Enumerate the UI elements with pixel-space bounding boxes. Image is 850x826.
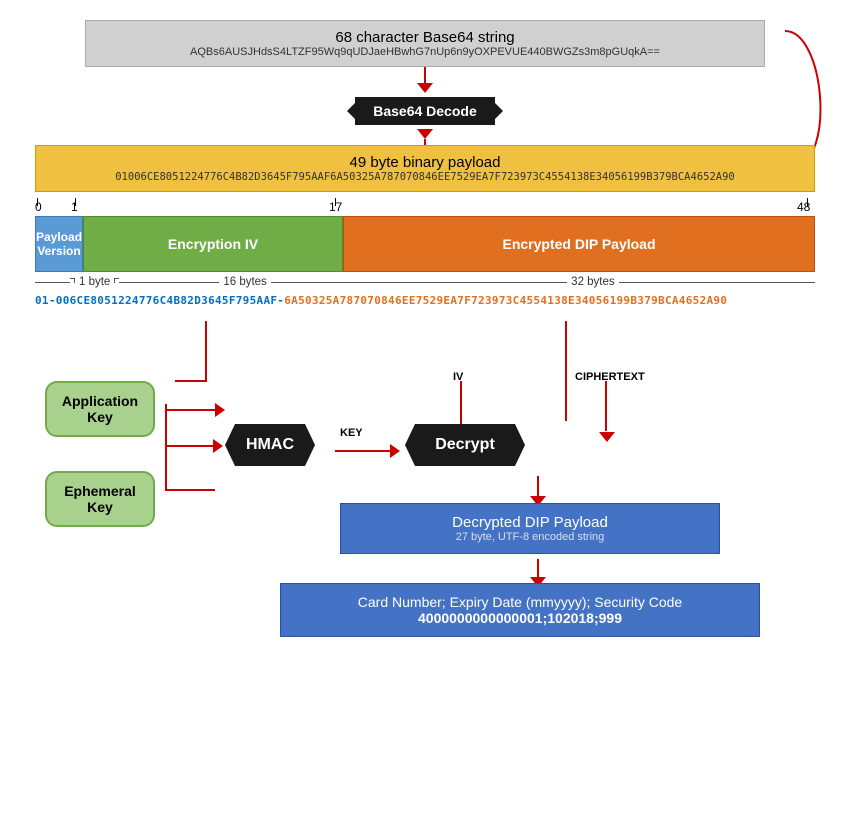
cipher-line-v bbox=[565, 321, 567, 421]
byte-label-32: 32 bytes bbox=[567, 276, 618, 288]
ciphertext-label-tag: CIPHERTEXT bbox=[575, 371, 645, 383]
decrypted-subtitle: 27 byte, UTF-8 encoded string bbox=[351, 531, 709, 543]
byte-labels-row: 1 byte 16 bytes 32 bytes bbox=[35, 274, 815, 290]
iv-line-h bbox=[175, 380, 207, 382]
eph-to-hmac-arrow bbox=[165, 489, 215, 491]
card-data-title: Card Number; Expiry Date (mmyyyy); Secur… bbox=[291, 594, 749, 610]
key-label-tag: KEY bbox=[340, 427, 363, 439]
segments-row: PayloadVersion Encryption IV Encrypted D… bbox=[35, 216, 815, 272]
binary-payload-box: 49 byte binary payload 01006CE8051224776… bbox=[35, 145, 815, 192]
keys-to-hmac-arrow bbox=[213, 439, 223, 458]
hex-blue: 01-006CE8051224776C4B82D3645F795AAF- bbox=[35, 294, 284, 307]
markers-row: 0 1 17 48 bbox=[35, 198, 815, 216]
arrow-down-2 bbox=[417, 129, 433, 139]
segment-iv: Encryption IV bbox=[83, 216, 343, 272]
iv-line-v bbox=[205, 321, 207, 381]
marker-0: 0 bbox=[35, 200, 42, 214]
marker-48: 48 bbox=[797, 200, 810, 214]
app-to-hmac-arrow bbox=[165, 403, 225, 417]
byte-label-1: 1 byte bbox=[75, 276, 114, 288]
hex-orange: 6A50325A787070846EE7529EA7F723973C455413… bbox=[284, 294, 727, 307]
ephemeral-key-box: EphemeralKey bbox=[45, 471, 155, 527]
decrypted-payload-container: Decrypted DIP Payload 27 byte, UTF-8 enc… bbox=[340, 503, 720, 554]
arrow-line-1 bbox=[424, 67, 426, 83]
decrypted-payload-box: Decrypted DIP Payload 27 byte, UTF-8 enc… bbox=[340, 503, 720, 554]
segment-payload: Encrypted DIP Payload bbox=[343, 216, 815, 272]
base64-title: 68 character Base64 string bbox=[96, 29, 754, 46]
binary-title: 49 byte binary payload bbox=[46, 154, 804, 171]
base64-input-box: 68 character Base64 string AQBs6AUSJHdsS… bbox=[85, 20, 765, 67]
segment-iv-label: Encryption IV bbox=[168, 236, 258, 252]
cipher-to-decrypt-v bbox=[605, 381, 607, 431]
application-key-box: ApplicationKey bbox=[45, 381, 155, 437]
byte-label-16: 16 bytes bbox=[219, 276, 270, 288]
keys-join-line bbox=[165, 404, 167, 491]
decode-label: Base64 Decode bbox=[373, 103, 477, 119]
lower-diagram: ApplicationKey EphemeralKey HMAC KEY bbox=[35, 321, 815, 651]
hmac-to-decrypt-arrow bbox=[335, 444, 400, 458]
ephemeral-key-label: EphemeralKey bbox=[45, 471, 155, 527]
hex-row: 01-006CE8051224776C4B82D3645F795AAF-6A50… bbox=[35, 294, 815, 307]
segment-payload-label: Encrypted DIP Payload bbox=[503, 236, 656, 252]
arrow-down-1 bbox=[417, 83, 433, 93]
card-data-box: Card Number; Expiry Date (mmyyyy); Secur… bbox=[280, 583, 760, 637]
base64-decode-box: Base64 Decode bbox=[355, 97, 495, 125]
diagram: 68 character Base64 string AQBs6AUSJHdsS… bbox=[0, 0, 850, 661]
base64-value: AQBs6AUSJHdsS4LTZF95Wq9qUDJaeHBwhG7nUp6n… bbox=[96, 46, 754, 58]
hmac-label: HMAC bbox=[225, 424, 315, 466]
card-data-value: 4000000000000001;102018;999 bbox=[291, 610, 749, 626]
card-data-container: Card Number; Expiry Date (mmyyyy); Secur… bbox=[280, 583, 760, 637]
hmac-box-container: HMAC bbox=[225, 424, 315, 466]
segment-version: PayloadVersion bbox=[35, 216, 83, 272]
keys-to-hmac-h bbox=[165, 445, 215, 447]
binary-value: 01006CE8051224776C4B82D3645F795AAF6A5032… bbox=[46, 171, 804, 183]
decrypt-label: Decrypt bbox=[405, 424, 525, 466]
decrypt-out-arrow bbox=[530, 476, 546, 506]
decrypted-title: Decrypted DIP Payload bbox=[351, 514, 709, 531]
cipher-arrow-into-decrypt bbox=[599, 429, 615, 447]
segment-version-label: PayloadVersion bbox=[36, 230, 82, 259]
decrypt-box-container: Decrypt bbox=[405, 424, 525, 466]
app-key-label: ApplicationKey bbox=[45, 381, 155, 437]
